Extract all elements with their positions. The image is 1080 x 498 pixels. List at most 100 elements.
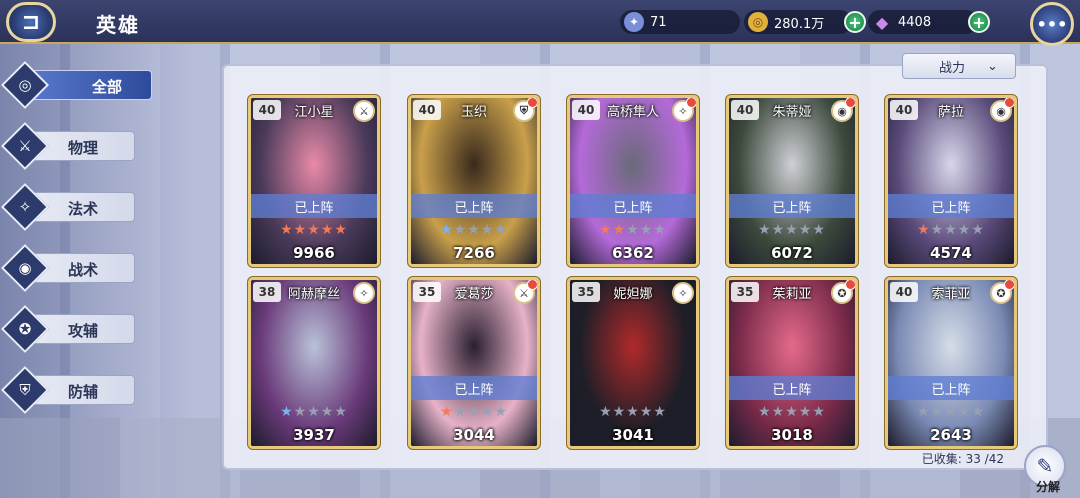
energy-counter: ✦ 71 xyxy=(620,10,740,34)
notification-dot xyxy=(1004,280,1014,290)
magic-icon: ✧ xyxy=(672,282,694,304)
hero-power: 3937 xyxy=(293,426,335,444)
star-icon: ★ xyxy=(917,404,931,420)
chat-button[interactable]: ••• xyxy=(1030,2,1074,46)
collected-counter: 已收集: 33 /42 xyxy=(922,450,1004,467)
add-gems-button[interactable]: + xyxy=(968,11,990,33)
hero-stars: ★★★★★ xyxy=(570,404,696,420)
hero-power: 4574 xyxy=(930,244,972,262)
notification-dot xyxy=(845,280,855,290)
hero-card[interactable]: 35 茱莉亚 ✪ 已上阵 ★★★★★ 3018 xyxy=(726,277,858,449)
page-title: 英雄 xyxy=(96,13,140,37)
star-icon: ★ xyxy=(785,222,799,238)
sort-dropdown[interactable]: 战力 ⌄ xyxy=(902,53,1016,79)
hero-stars: ★★★★★ xyxy=(729,222,855,238)
star-icon: ★ xyxy=(957,404,972,420)
hero-card[interactable]: 38 阿赫摩丝 ✧ ★★★★★ 3937 xyxy=(248,277,380,449)
hero-card[interactable]: 40 萨拉 ◉ 已上阵 ★★★★★ 4574 xyxy=(885,95,1017,267)
sidebar-item-0[interactable]: ◎ 全部 xyxy=(0,60,152,110)
chevron-down-icon: ⌄ xyxy=(987,58,998,74)
gold-counter: ◎ 280.1万 xyxy=(744,10,852,34)
sidebar-item-2[interactable]: ✧ 法术 xyxy=(0,182,135,232)
star-icon: ★ xyxy=(771,222,786,238)
notification-dot xyxy=(845,98,855,108)
star-icon: ★ xyxy=(280,222,294,238)
star-icon: ★ xyxy=(653,404,667,420)
deployed-banner: 已上阵 xyxy=(570,194,696,218)
star-icon: ★ xyxy=(771,404,786,420)
notification-dot xyxy=(1004,98,1014,108)
hero-stars: ★★★★★ xyxy=(251,222,377,238)
notification-dot xyxy=(686,98,696,108)
top-bar: ⊐ 英雄 ✦ 71 ◎ 280.1万 + ◆ 4408 + ••• xyxy=(0,0,1080,46)
hero-power: 3041 xyxy=(612,426,654,444)
star-icon: ★ xyxy=(626,222,640,238)
star-icon: ★ xyxy=(293,222,308,238)
hero-power: 2643 xyxy=(930,426,972,444)
star-icon: ★ xyxy=(639,404,654,420)
chat-icon: ••• xyxy=(1036,14,1068,34)
tactics-icon: ◉ xyxy=(18,259,32,277)
star-icon: ★ xyxy=(494,222,508,238)
sidebar-item-4[interactable]: ✪ 攻辅 xyxy=(0,304,135,354)
add-gold-button[interactable]: + xyxy=(844,11,866,33)
star-icon: ★ xyxy=(758,222,772,238)
star-icon: ★ xyxy=(798,222,813,238)
hero-card[interactable]: 35 爱葛莎 ⚔ 已上阵 ★★★★★ 3044 xyxy=(408,277,540,449)
hero-card[interactable]: 35 妮妲娜 ✧ ★★★★★ 3041 xyxy=(567,277,699,449)
plus-icon: + xyxy=(848,12,862,32)
star-icon: ★ xyxy=(453,222,468,238)
deployed-banner: 已上阵 xyxy=(251,194,377,218)
notification-dot xyxy=(527,280,537,290)
sidebar-item-label: 物理 xyxy=(68,139,99,157)
deployed-banner: 已上阵 xyxy=(888,194,1014,218)
gem-icon: ◆ xyxy=(875,12,889,32)
sidebar-item-label: 全部 xyxy=(92,78,123,96)
star-icon: ★ xyxy=(626,404,640,420)
sidebar-item-3[interactable]: ◉ 战术 xyxy=(0,243,135,293)
star-icon: ★ xyxy=(480,222,495,238)
star-icon: ★ xyxy=(971,404,985,420)
hero-card[interactable]: 40 高桥隼人 ✧ 已上阵 ★★★★★ 6362 xyxy=(567,95,699,267)
star-icon: ★ xyxy=(785,404,799,420)
hero-card[interactable]: 40 江小星 ⚔ 已上阵 ★★★★★ 9966 xyxy=(248,95,380,267)
deployed-banner: 已上阵 xyxy=(411,376,537,400)
sidebar-item-5[interactable]: ⛨ 防辅 xyxy=(0,365,135,415)
star-icon: ★ xyxy=(440,404,454,420)
physical-icon: ⚔ xyxy=(353,100,375,122)
collected-value: 33 /42 xyxy=(965,452,1004,466)
star-icon: ★ xyxy=(280,404,294,420)
star-icon: ★ xyxy=(944,222,958,238)
sidebar-item-label: 法术 xyxy=(68,200,99,218)
hero-card[interactable]: 40 朱蒂娅 ◉ 已上阵 ★★★★★ 6072 xyxy=(726,95,858,267)
deployed-banner: 已上阵 xyxy=(888,376,1014,400)
hero-stars: ★★★★★ xyxy=(888,222,1014,238)
back-button[interactable]: ⊐ xyxy=(6,2,56,42)
star-icon: ★ xyxy=(812,404,826,420)
star-icon: ★ xyxy=(480,404,495,420)
hero-power: 3044 xyxy=(453,426,495,444)
sidebar-item-1[interactable]: ⚔ 物理 xyxy=(0,121,135,171)
hero-stars: ★★★★★ xyxy=(888,404,1014,420)
deployed-banner: 已上阵 xyxy=(729,376,855,400)
star-icon: ★ xyxy=(917,222,931,238)
gold-icon: ◎ xyxy=(748,12,768,32)
sidebar-item-label: 攻辅 xyxy=(68,322,99,340)
hero-power: 7266 xyxy=(453,244,495,262)
star-icon: ★ xyxy=(612,222,627,238)
star-icon: ★ xyxy=(307,404,321,420)
hero-power: 6362 xyxy=(612,244,654,262)
star-icon: ★ xyxy=(453,404,468,420)
plus-icon: + xyxy=(972,12,986,32)
magic-icon: ✧ xyxy=(353,282,375,304)
hero-portrait xyxy=(570,98,696,264)
hero-card[interactable]: 40 玉织 ⛨ 已上阵 ★★★★★ 7266 xyxy=(408,95,540,267)
hero-card[interactable]: 40 索菲亚 ✪ 已上阵 ★★★★★ 2643 xyxy=(885,277,1017,449)
magic-icon: ✧ xyxy=(18,198,32,216)
hero-portrait xyxy=(411,98,537,264)
star-icon: ★ xyxy=(812,222,826,238)
energy-value: 71 xyxy=(650,14,667,30)
star-icon: ★ xyxy=(612,404,627,420)
hero-stars: ★★★★★ xyxy=(570,222,696,238)
back-arrow-icon: ⊐ xyxy=(21,9,41,35)
